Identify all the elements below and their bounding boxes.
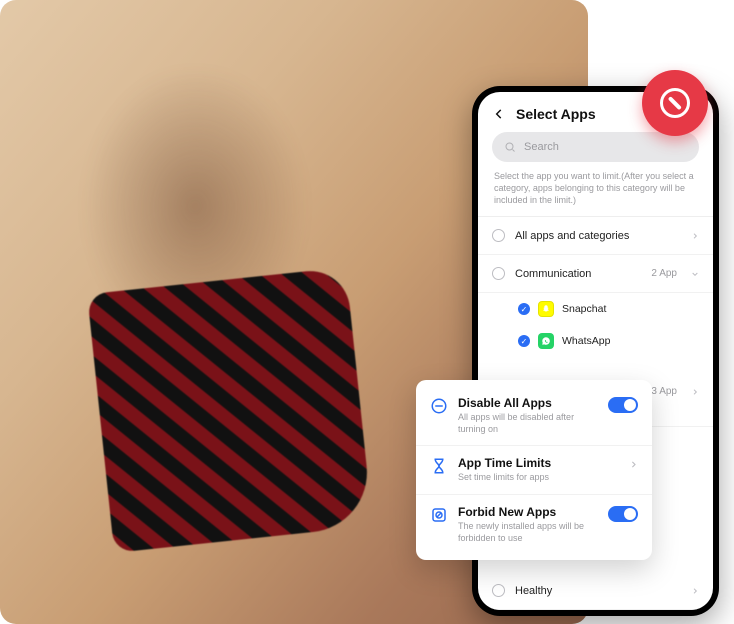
search-input[interactable]: Search (492, 132, 699, 162)
check-icon[interactable]: ✓ (518, 335, 530, 347)
app-row-snapchat[interactable]: ✓ Snapchat (478, 293, 713, 325)
card-sub: The newly installed apps will be forbidd… (458, 521, 598, 544)
category-row-all[interactable]: All apps and categories (478, 217, 713, 255)
forbid-icon (430, 506, 448, 524)
search-placeholder: Search (524, 141, 559, 153)
screen-title: Select Apps (516, 106, 596, 122)
app-row-whatsapp[interactable]: ✓ WhatsApp (478, 325, 713, 357)
radio-icon[interactable] (492, 229, 505, 242)
back-icon[interactable] (492, 107, 506, 121)
search-icon (504, 141, 516, 153)
category-row-healthy[interactable]: Healthy (478, 572, 713, 610)
chevron-down-icon (691, 270, 699, 278)
whatsapp-icon (538, 333, 554, 349)
snapchat-icon (538, 301, 554, 317)
forbid-new-apps-row[interactable]: Forbid New Apps The newly installed apps… (416, 495, 652, 554)
category-meta: 3 App (651, 386, 677, 397)
chevron-right-icon (691, 388, 699, 396)
hourglass-icon (430, 457, 448, 475)
app-name: Snapchat (562, 303, 606, 315)
card-title: Forbid New Apps (458, 505, 598, 519)
disable-toggle[interactable] (608, 397, 638, 413)
app-time-limits-row[interactable]: App Time Limits Set time limits for apps (416, 446, 652, 495)
category-meta: 2 App (651, 268, 677, 279)
block-badge-icon (642, 70, 708, 136)
disable-all-apps-row[interactable]: Disable All Apps All apps will be disabl… (416, 386, 652, 446)
category-row-communication[interactable]: Communication 2 App (478, 255, 713, 293)
radio-icon[interactable] (492, 584, 505, 597)
forbid-toggle[interactable] (608, 506, 638, 522)
card-title: App Time Limits (458, 456, 619, 470)
chevron-right-icon (691, 587, 699, 595)
check-icon[interactable]: ✓ (518, 303, 530, 315)
category-label: Healthy (515, 585, 681, 597)
app-name: WhatsApp (562, 335, 610, 347)
chevron-right-icon (629, 460, 638, 469)
settings-card: Disable All Apps All apps will be disabl… (416, 380, 652, 560)
category-label: All apps and categories (515, 230, 681, 242)
card-title: Disable All Apps (458, 396, 598, 410)
radio-icon[interactable] (492, 267, 505, 280)
card-sub: Set time limits for apps (458, 472, 619, 484)
chevron-right-icon (691, 232, 699, 240)
disable-icon (430, 397, 448, 415)
helper-text: Select the app you want to limit.(After … (478, 170, 713, 217)
card-sub: All apps will be disabled after turning … (458, 412, 598, 435)
category-label: Communication (515, 268, 641, 280)
